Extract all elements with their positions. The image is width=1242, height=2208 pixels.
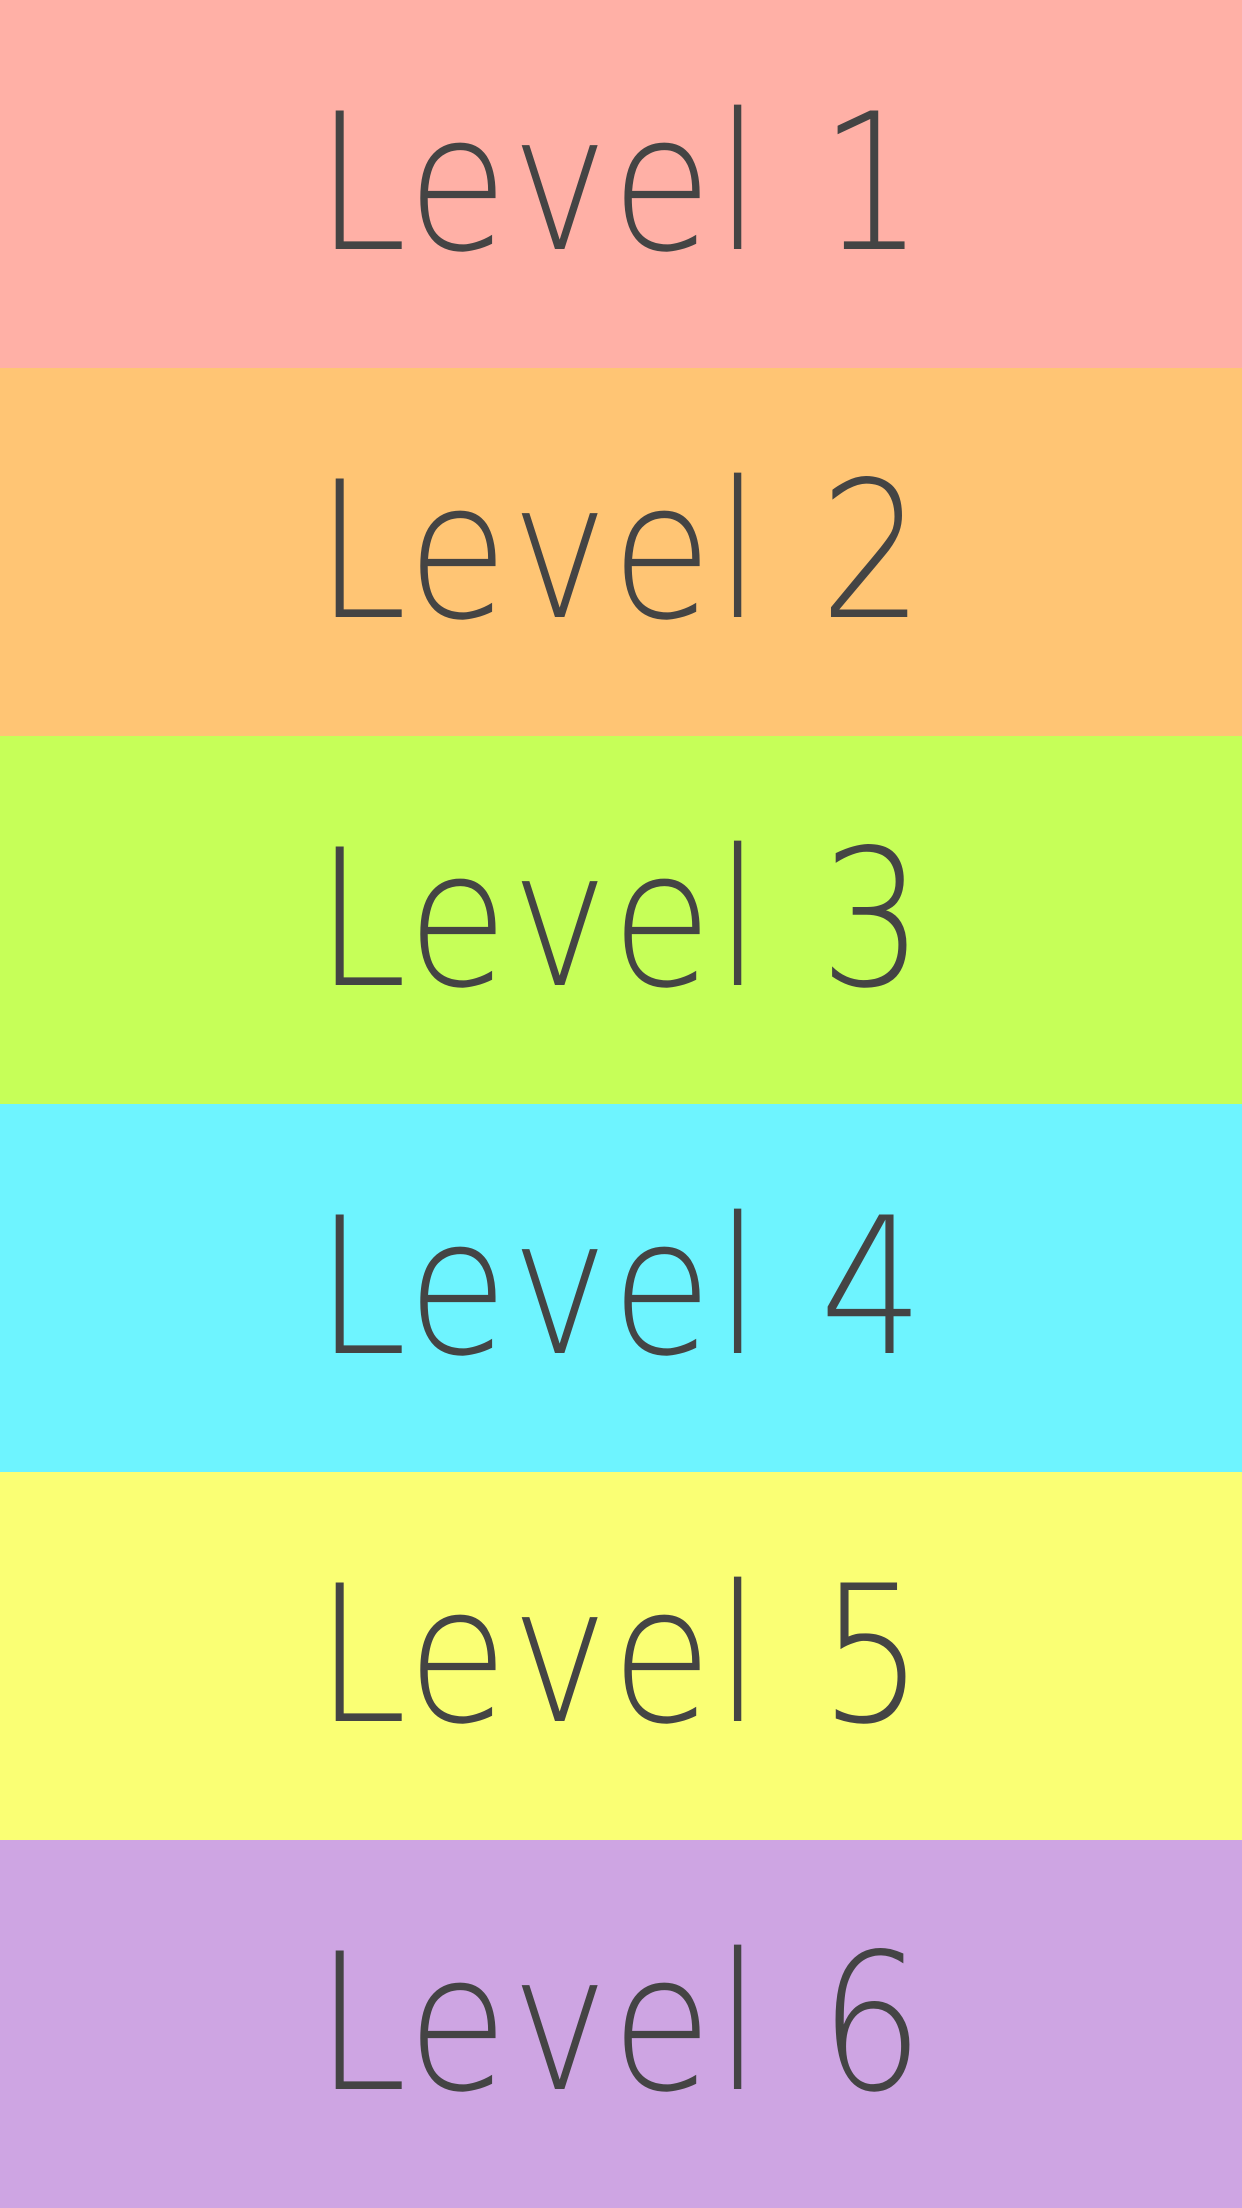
level-4-button[interactable]: Level 4 bbox=[0, 1104, 1242, 1472]
level-list: Level 1 Level 2 Level 3 Level 4 Level 5 … bbox=[0, 0, 1242, 2208]
level-5-label: Level 5 bbox=[315, 1545, 927, 1766]
level-1-button[interactable]: Level 1 bbox=[0, 0, 1242, 368]
level-1-label: Level 1 bbox=[315, 73, 927, 294]
level-5-button[interactable]: Level 5 bbox=[0, 1472, 1242, 1840]
level-6-label: Level 6 bbox=[315, 1913, 927, 2134]
level-6-button[interactable]: Level 6 bbox=[0, 1840, 1242, 2208]
level-2-button[interactable]: Level 2 bbox=[0, 368, 1242, 736]
level-4-label: Level 4 bbox=[315, 1177, 927, 1398]
level-2-label: Level 2 bbox=[315, 441, 927, 662]
level-3-button[interactable]: Level 3 bbox=[0, 736, 1242, 1104]
level-3-label: Level 3 bbox=[315, 809, 927, 1030]
